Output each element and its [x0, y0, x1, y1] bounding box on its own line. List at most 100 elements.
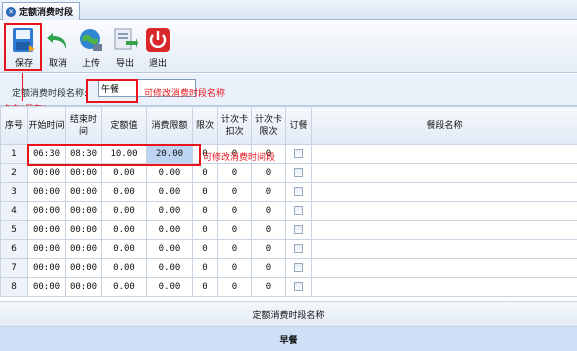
grid-cell[interactable]: 0.00	[146, 220, 193, 240]
time-highlight	[27, 144, 201, 166]
grid-cell[interactable]: 0	[251, 201, 286, 221]
table-row[interactable]: 5 00:00 00:00 0.00 0.00 0 0 0	[0, 220, 577, 240]
grid-cell[interactable]: 0	[192, 277, 218, 297]
grid-cell[interactable]: 0.00	[101, 182, 147, 202]
grid-cell[interactable]: 00:00	[65, 277, 102, 297]
cancel-button[interactable]: 取消	[41, 23, 75, 69]
booking-checkbox[interactable]	[294, 168, 303, 177]
grid-cell[interactable]: 00:00	[27, 258, 66, 278]
upload-label: 上传	[81, 59, 100, 69]
grid-cell[interactable]: 0	[217, 220, 252, 240]
grid-cell[interactable]: 0	[217, 201, 252, 221]
tab-consumption-period[interactable]: ✕ 定额消费时段	[2, 2, 81, 20]
grid-cell[interactable]: 0	[217, 258, 252, 278]
booking-checkbox[interactable]	[294, 282, 303, 291]
grid-cell[interactable]: 0	[192, 258, 218, 278]
col-index[interactable]: 序号	[0, 106, 28, 145]
table-row[interactable]: 8 00:00 00:00 0.00 0.00 0 0 0	[0, 277, 577, 297]
booking-checkbox[interactable]	[294, 149, 303, 158]
grid-cell[interactable]: 0	[192, 163, 218, 183]
name-highlight	[86, 79, 138, 103]
grid-cell[interactable]: 0	[192, 220, 218, 240]
grid-cell[interactable]: 0	[251, 163, 286, 183]
booking-cell	[285, 163, 312, 183]
grid-cell[interactable]: 0	[217, 277, 252, 297]
grid-cell[interactable]: 00:00	[65, 201, 102, 221]
meal-name-cell[interactable]	[311, 182, 577, 202]
grid-cell[interactable]: 0.00	[101, 163, 147, 183]
grid-cell[interactable]: 0.00	[101, 258, 147, 278]
grid-cell[interactable]: 0.00	[146, 201, 193, 221]
grid-cell[interactable]: 0.00	[101, 239, 147, 259]
meal-name-cell[interactable]	[311, 239, 577, 259]
meal-name-cell[interactable]	[311, 258, 577, 278]
grid-cell[interactable]: 0	[251, 220, 286, 240]
meal-name-cell[interactable]	[311, 163, 577, 183]
booking-checkbox[interactable]	[294, 263, 303, 272]
grid-cell[interactable]: 0	[251, 182, 286, 202]
grid-cell[interactable]: 00:00	[65, 182, 102, 202]
meal-name-cell[interactable]	[311, 201, 577, 221]
grid-cell[interactable]: 0	[217, 163, 252, 183]
table-row[interactable]: 7 00:00 00:00 0.00 0.00 0 0 0	[0, 258, 577, 278]
grid-cell[interactable]: 0.00	[101, 201, 147, 221]
grid-cell[interactable]: 0.00	[146, 163, 193, 183]
grid-cell[interactable]: 0	[217, 239, 252, 259]
table-row[interactable]: 3 00:00 00:00 0.00 0.00 0 0 0	[0, 182, 577, 202]
col-card-limit[interactable]: 计次卡限次	[251, 106, 286, 145]
name-editable-note: 可修改消费时段名称	[144, 89, 226, 99]
col-card-deduct[interactable]: 计次卡扣次	[217, 106, 252, 145]
col-start-time[interactable]: 开始时间	[27, 106, 66, 145]
grid-cell[interactable]: 00:00	[65, 239, 102, 259]
grid-cell[interactable]: 00:00	[27, 182, 66, 202]
booking-checkbox[interactable]	[294, 187, 303, 196]
col-booking[interactable]: 订餐	[285, 106, 312, 145]
grid-cell[interactable]: 0	[192, 201, 218, 221]
grid-cell[interactable]: 0.00	[146, 182, 193, 202]
booking-checkbox[interactable]	[294, 225, 303, 234]
grid-cell[interactable]: 00:00	[65, 258, 102, 278]
booking-checkbox[interactable]	[294, 206, 303, 215]
grid-cell[interactable]: 0	[192, 182, 218, 202]
meal-name-cell[interactable]	[311, 277, 577, 297]
period-list-header: 定额消费时段名称	[0, 301, 577, 327]
col-fixed-amount[interactable]: 定额值	[101, 106, 147, 145]
table-row[interactable]: 6 00:00 00:00 0.00 0.00 0 0 0	[0, 239, 577, 259]
close-icon[interactable]: ✕	[6, 6, 16, 17]
table-row[interactable]: 4 00:00 00:00 0.00 0.00 0 0 0	[0, 201, 577, 221]
grid-cell[interactable]: 00:00	[27, 163, 66, 183]
save-highlight	[4, 23, 42, 71]
row-index: 6	[0, 239, 28, 259]
exit-button[interactable]: 退出	[141, 23, 175, 69]
booking-checkbox[interactable]	[294, 244, 303, 253]
grid-cell[interactable]: 0	[217, 182, 252, 202]
grid-cell[interactable]: 0	[251, 239, 286, 259]
col-meal-name[interactable]: 餐段名称	[311, 106, 577, 145]
grid-cell[interactable]: 00:00	[65, 163, 102, 183]
grid-cell[interactable]: 0.00	[146, 258, 193, 278]
globe-upload-icon	[80, 29, 102, 51]
grid-cell[interactable]: 0.00	[146, 239, 193, 259]
grid-cell[interactable]: 0	[251, 277, 286, 297]
table-row[interactable]: 2 00:00 00:00 0.00 0.00 0 0 0	[0, 163, 577, 183]
meal-name-cell[interactable]	[311, 144, 577, 164]
export-button[interactable]: 导出	[108, 23, 142, 69]
period-list-item[interactable]: 早餐	[0, 327, 577, 351]
grid-cell[interactable]: 00:00	[27, 239, 66, 259]
grid-cell[interactable]: 00:00	[65, 220, 102, 240]
upload-button[interactable]: 上传	[74, 23, 108, 69]
grid-cell[interactable]: 0.00	[101, 277, 147, 297]
grid-cell[interactable]: 00:00	[27, 201, 66, 221]
grid-cell[interactable]: 0	[192, 239, 218, 259]
row-index: 1	[0, 144, 28, 164]
col-limit[interactable]: 消费限额	[146, 106, 193, 145]
meal-name-cell[interactable]	[311, 220, 577, 240]
grid-cell[interactable]: 0.00	[101, 220, 147, 240]
grid-cell[interactable]: 0.00	[146, 277, 193, 297]
booking-cell	[285, 182, 312, 202]
grid-cell[interactable]: 00:00	[27, 277, 66, 297]
grid-cell[interactable]: 00:00	[27, 220, 66, 240]
grid-cell[interactable]: 0	[251, 258, 286, 278]
col-count-limit[interactable]: 限次	[192, 106, 218, 145]
col-end-time[interactable]: 结束时间	[65, 106, 102, 145]
